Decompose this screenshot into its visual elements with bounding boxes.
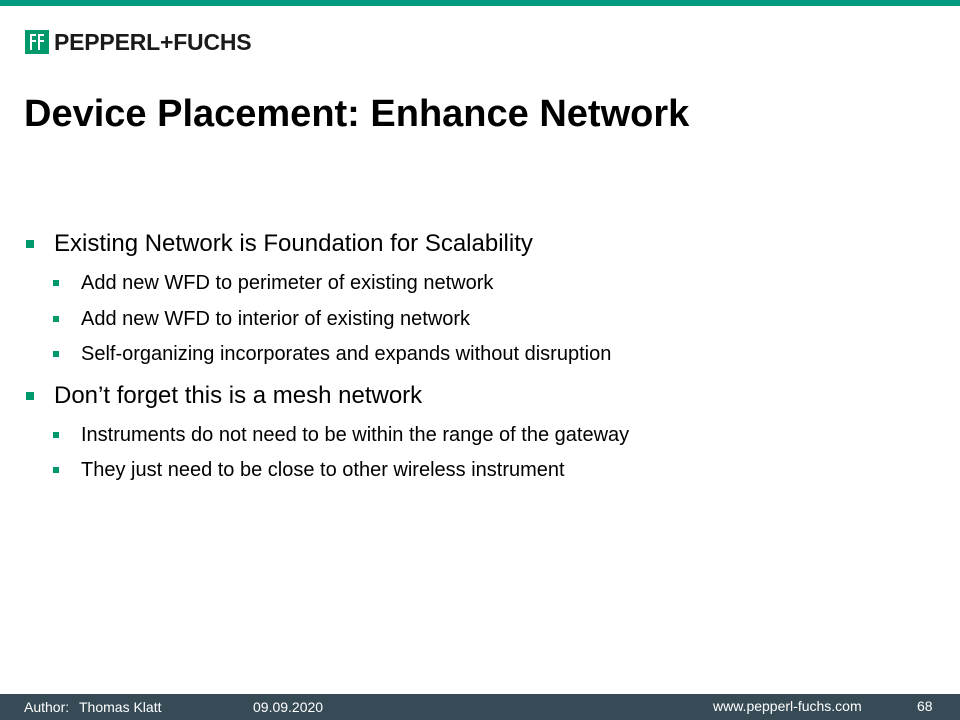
- footer-author-name: Thomas Klatt: [79, 699, 162, 715]
- square-bullet-icon: [53, 432, 59, 438]
- pepperl-fuchs-logo-icon: [25, 30, 49, 54]
- sub-bullet-text: Add new WFD to interior of existing netw…: [81, 308, 471, 330]
- square-bullet-icon: [53, 280, 59, 286]
- sub-bullet-item: Add new WFD to interior of existing netw…: [53, 306, 470, 332]
- bullet-text: Existing Network is Foundation for Scala…: [54, 230, 533, 257]
- sub-bullet-text: Instruments do not need to be within the…: [81, 424, 630, 446]
- slide-footer: Author: Thomas Klatt 09.09.2020 www.pepp…: [0, 694, 960, 720]
- square-bullet-icon: [53, 351, 59, 357]
- sub-bullet-text: Self-organizing incorporates and expands…: [81, 343, 612, 365]
- square-bullet-icon: [53, 467, 59, 473]
- company-logo: PEPPERL+FUCHS: [25, 28, 252, 56]
- sub-bullet-item: Self-organizing incorporates and expands…: [53, 341, 611, 367]
- bullet-item: Existing Network is Foundation for Scala…: [26, 229, 533, 259]
- square-bullet-icon: [26, 392, 34, 400]
- footer-page-number: 68: [917, 698, 933, 714]
- footer-author-label: Author:: [24, 699, 70, 715]
- sub-bullet-item: They just need to be close to other wire…: [53, 457, 565, 483]
- slide-title: Device Placement: Enhance Network: [24, 93, 690, 135]
- square-bullet-icon: [53, 316, 59, 322]
- sub-bullet-item: Add new WFD to perimeter of existing net…: [53, 270, 493, 296]
- sub-bullet-text: They just need to be close to other wire…: [81, 459, 565, 481]
- footer-date: 09.09.2020: [253, 699, 324, 715]
- footer-website: www.pepperl-fuchs.com: [713, 698, 862, 714]
- square-bullet-icon: [26, 240, 34, 248]
- logo-text: PEPPERL+FUCHS: [54, 29, 252, 55]
- top-accent-bar: [0, 0, 960, 6]
- sub-bullet-text: Add new WFD to perimeter of existing net…: [81, 272, 494, 294]
- bullet-item: Don’t forget this is a mesh network: [26, 381, 422, 411]
- sub-bullet-item: Instruments do not need to be within the…: [53, 422, 629, 448]
- bullet-text: Don’t forget this is a mesh network: [54, 382, 423, 409]
